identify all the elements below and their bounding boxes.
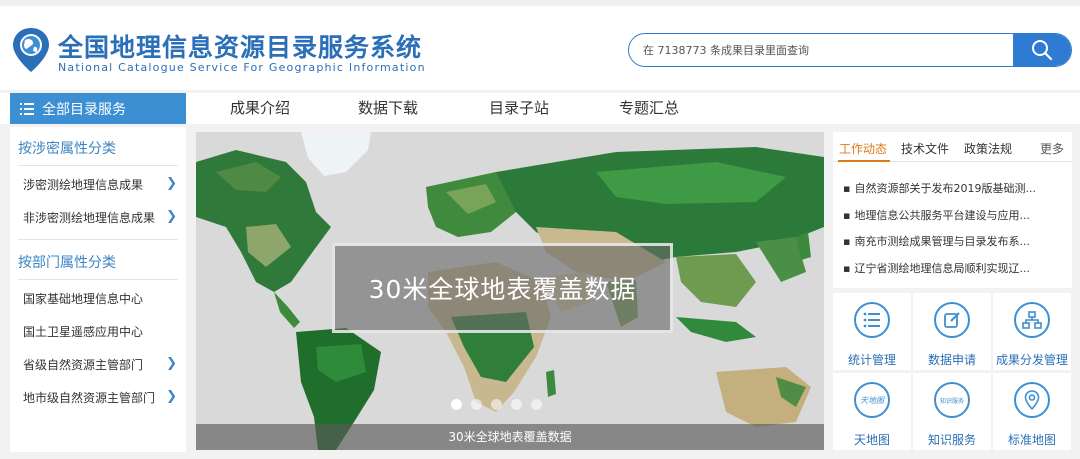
divider [18,239,178,240]
service-standard-map[interactable]: 标准地图 [993,373,1071,450]
nav-item-substations[interactable]: 目录子站 [489,93,549,124]
bullet-icon: ▪ [843,262,851,275]
sidebar-item-label: 国土卫星遥感应用中心 [23,325,144,339]
menu-icon [20,102,34,115]
chevron-right-icon: ❯ [166,389,177,404]
knowledge-icon: 知识服务 [934,382,970,418]
news-item-label: 辽宁省测绘地理信息局顺利实现辽... [854,262,1030,275]
service-label: 成果分发管理 [995,353,1068,367]
sidebar-item-label: 地市级自然资源主管部门 [23,391,156,405]
divider [18,279,178,280]
sidebar-item-label: 省级自然资源主管部门 [23,358,144,372]
carousel-dot[interactable] [511,399,522,410]
nav-item-intro[interactable]: 成果介绍 [230,93,290,124]
search-input[interactable] [643,34,1013,66]
bullet-icon: ▪ [843,182,851,195]
service-label: 标准地图 [1007,433,1056,447]
banner-headline: 30米全球地表覆盖数据 [332,243,673,333]
carousel-dots [451,399,542,410]
hierarchy-icon [1014,302,1050,338]
sidebar-item-municipal[interactable]: 地市级自然资源主管部门 ❯ [23,389,183,406]
service-knowledge[interactable]: 知识服务 知识服务 [913,373,991,450]
sidebar-item-label: 国家基础地理信息中心 [23,292,144,306]
nav-item-topics[interactable]: 专题汇总 [619,93,679,124]
sidebar-item-label: 非涉密测绘地理信息成果 [23,211,156,225]
active-tab-underline [838,160,890,162]
service-tianditu[interactable]: 天地图 天地图 [833,373,911,450]
service-label: 数据申请 [927,353,976,367]
news-item[interactable]: ▪ 辽宁省测绘地理信息局顺利实现辽... [843,260,1065,276]
service-statistics[interactable]: 统计管理 [833,293,911,370]
banner-carousel[interactable]: 30米全球地表覆盖数据 30米全球地表覆盖数据 [196,132,824,450]
section-heading-security: 按涉密属性分类 [18,141,116,157]
sidebar-item-satellite-center[interactable]: 国土卫星遥感应用中心 [23,323,183,340]
tianditu-icon: 天地图 [854,382,890,418]
search-button[interactable] [1013,34,1071,66]
app-subtitle: National Catalogue Service For Geographi… [58,61,426,74]
news-item-label: 南充市测绘成果管理与目录发布系... [854,235,1030,248]
carousel-dot[interactable] [471,399,482,410]
map-pin-icon [1014,382,1050,418]
service-distribution[interactable]: 成果分发管理 [993,293,1071,370]
edit-icon [934,302,970,338]
search-box [628,33,1072,67]
app-title: 全国地理信息资源目录服务系统 [58,33,423,62]
carousel-dot[interactable] [451,399,462,410]
more-link[interactable]: 更多 [1040,140,1064,157]
news-item[interactable]: ▪ 地理信息公共服务平台建设与应用... [843,207,1065,223]
service-data-request[interactable]: 数据申请 [913,293,991,370]
news-item[interactable]: ▪ 自然资源部关于发布2019版基础测... [843,180,1065,196]
service-label: 知识服务 [927,433,976,447]
nav-item-download[interactable]: 数据下载 [358,93,418,124]
news-item-label: 地理信息公共服务平台建设与应用... [854,209,1030,222]
bullet-icon: ▪ [843,235,851,248]
news-tabs: 工作动态 技术文件 政策法规 更多 [833,132,1072,162]
catalog-sidebar: 按涉密属性分类 涉密测绘地理信息成果 ❯ 非涉密测绘地理信息成果 ❯ 按部门属性… [10,127,186,452]
sidebar-item-classified[interactable]: 涉密测绘地理信息成果 ❯ [23,176,183,193]
service-label: 天地图 [853,433,890,447]
chevron-right-icon: ❯ [166,356,177,371]
chevron-right-icon: ❯ [166,176,177,191]
news-item-label: 自然资源部关于发布2019版基础测... [854,182,1036,195]
sidebar-item-provincial[interactable]: 省级自然资源主管部门 ❯ [23,356,183,373]
sidebar-item-label: 涉密测绘地理信息成果 [23,178,144,192]
tab-work-news[interactable]: 工作动态 [839,140,887,157]
bullet-icon: ▪ [843,209,851,222]
service-label: 统计管理 [847,353,896,367]
top-strip [0,0,1080,6]
section-heading-department: 按部门属性分类 [18,255,116,271]
tab-policy[interactable]: 政策法规 [964,140,1012,157]
all-catalog-label: 全部目录服务 [42,101,126,118]
all-catalog-button[interactable]: 全部目录服务 [10,93,186,124]
chevron-right-icon: ❯ [166,209,177,224]
news-panel: 工作动态 技术文件 政策法规 更多 ▪ 自然资源部关于发布2019版基础测... … [833,132,1072,288]
news-item[interactable]: ▪ 南充市测绘成果管理与目录发布系... [843,233,1065,249]
carousel-dot[interactable] [491,399,502,410]
list-icon [854,302,890,338]
header: 全国地理信息资源目录服务系统 National Catalogue Servic… [0,0,1080,90]
banner-caption: 30米全球地表覆盖数据 [196,424,824,450]
carousel-dot[interactable] [531,399,542,410]
main-nav: 全部目录服务 成果介绍 数据下载 目录子站 专题汇总 [0,93,1080,124]
divider [18,165,178,166]
search-icon [1032,40,1053,61]
tab-technical-docs[interactable]: 技术文件 [901,140,949,157]
sidebar-item-nonclassified[interactable]: 非涉密测绘地理信息成果 ❯ [23,209,183,226]
sidebar-item-ngcc[interactable]: 国家基础地理信息中心 [23,290,183,307]
globe-pin-logo-icon [13,28,49,72]
